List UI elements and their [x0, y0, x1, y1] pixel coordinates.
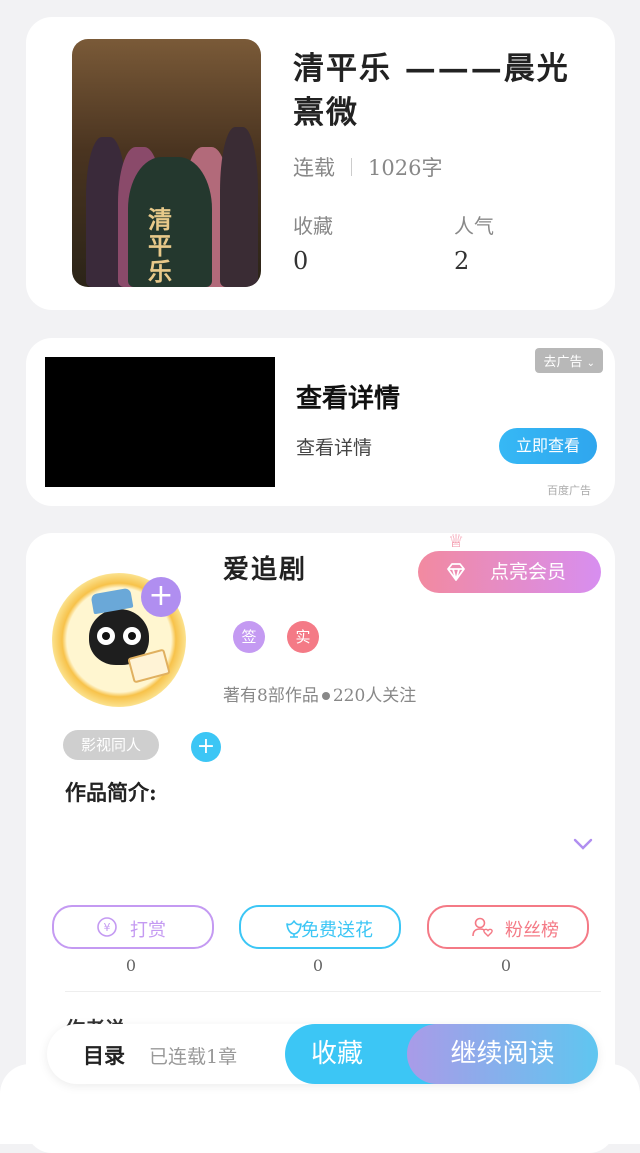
flower-count: 0	[312, 956, 324, 975]
book-cover-image[interactable]: 清平乐	[72, 39, 261, 287]
yen-coin-icon: ¥	[97, 917, 117, 937]
followers-count: 220人关注	[332, 686, 417, 706]
fan-count: 0	[500, 956, 512, 975]
bottom-action-bar: 目录 已连载1章 收藏 继续阅读	[47, 1024, 598, 1084]
fan-ranking-button[interactable]: 粉丝榜	[427, 905, 589, 949]
chapter-status: 已连载1章	[149, 1046, 238, 1068]
author-name[interactable]: 爱追剧	[223, 549, 307, 586]
ad-image[interactable]	[45, 357, 275, 487]
diamond-icon	[447, 563, 465, 581]
add-tag-button[interactable]: +	[191, 732, 221, 762]
book-title: 清平乐 ———晨光熹微	[293, 51, 570, 131]
stat-favorites: 收藏 0	[293, 210, 333, 275]
activate-vip-button[interactable]: 点亮会员	[418, 551, 601, 593]
chevron-down-icon[interactable]	[572, 833, 594, 855]
vip-button-label: 点亮会员	[490, 561, 567, 583]
send-flower-button[interactable]: 免费送花	[239, 905, 401, 949]
verified-badge: 实	[287, 621, 319, 653]
stat-label: 人气	[454, 214, 494, 238]
svg-text:¥: ¥	[104, 921, 111, 934]
ad-card: 查看详情 查看详情 去广告 ⌄ 立即查看 百度广告	[26, 338, 615, 506]
ad-subtitle: 查看详情	[296, 437, 373, 459]
remove-ad-button[interactable]: 去广告 ⌄	[535, 348, 603, 373]
divider	[351, 158, 352, 176]
table-of-contents-button[interactable]: 目录	[83, 1040, 125, 1070]
tip-count: 0	[125, 956, 137, 975]
fan-ranking-icon	[472, 917, 493, 937]
signed-badge: 签	[233, 621, 265, 653]
stat-value: 2	[454, 247, 470, 275]
ad-title: 查看详情	[296, 384, 401, 414]
divider	[65, 991, 601, 992]
eye-icon	[97, 627, 115, 645]
ad-source-label: 百度广告	[547, 484, 591, 497]
book-status-row: 连载 1026字	[293, 152, 442, 182]
cover-title-text: 清平乐	[148, 205, 172, 286]
stat-value: 0	[293, 247, 309, 275]
stat-popularity: 人气 2	[454, 210, 494, 275]
send-flower-label: 免费送花	[301, 920, 373, 941]
serial-status: 连载	[293, 156, 335, 180]
author-meta: 著有8部作品 220人关注	[223, 681, 416, 706]
stat-label: 收藏	[293, 214, 333, 238]
favorites-label: 收藏	[311, 1039, 364, 1069]
chevron-down-icon: ⌄	[586, 358, 595, 369]
book-info-card: 清平乐 清平乐 ———晨光熹微 连载 1026字 收藏 0 人气 2	[26, 17, 615, 310]
intro-label: 作品简介:	[65, 780, 157, 805]
crown-icon: ♕	[448, 531, 465, 552]
continue-reading-button[interactable]: 继续阅读	[407, 1024, 598, 1084]
eye-icon	[123, 627, 141, 645]
remove-ad-label: 去广告	[543, 355, 583, 370]
works-count: 著有8部作品	[223, 686, 319, 706]
follow-author-button[interactable]: +	[141, 577, 181, 617]
dot-separator	[321, 691, 330, 700]
cover-figure	[220, 127, 258, 287]
view-now-button[interactable]: 立即查看	[499, 428, 597, 464]
word-count: 1026字	[368, 156, 443, 180]
category-tag[interactable]: 影视同人	[63, 730, 159, 760]
tip-label: 打赏	[130, 920, 166, 941]
tip-button[interactable]: ¥ 打赏	[52, 905, 214, 949]
fan-ranking-label: 粉丝榜	[505, 920, 559, 941]
